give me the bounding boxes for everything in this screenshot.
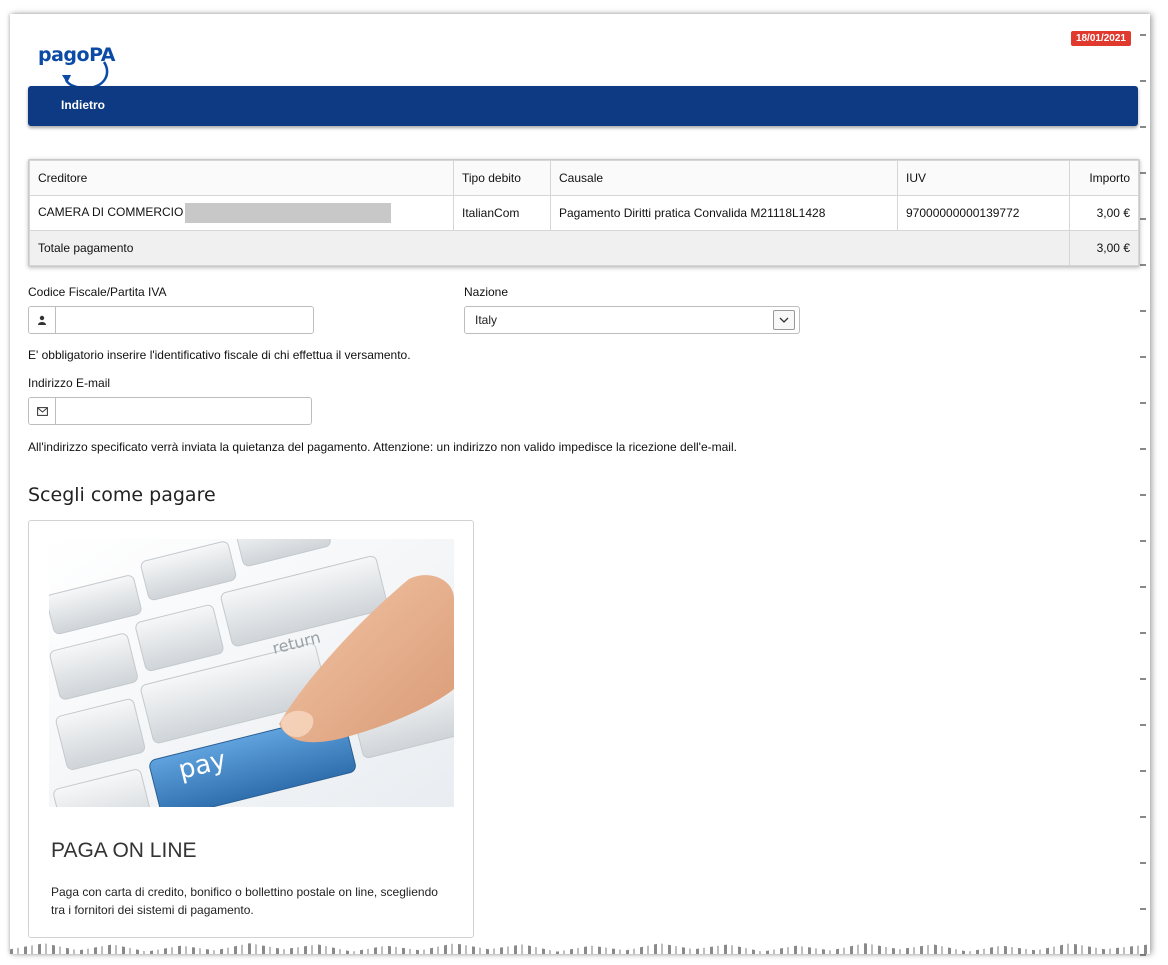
top-navbar: Indietro	[28, 86, 1138, 126]
creditore-text: CAMERA DI COMMERCIO	[38, 205, 184, 220]
cell-iuv: 97000000000139772	[897, 195, 1070, 231]
pay-online-card[interactable]: return pay PAGA ON LINE Paga con carta d…	[28, 520, 474, 938]
back-link[interactable]: Indietro	[61, 98, 105, 112]
total-value: 3,00 €	[1069, 230, 1139, 266]
nazione-selected-value: Italy	[475, 313, 498, 327]
nazione-select[interactable]: Italy	[464, 306, 800, 334]
chevron-down-icon[interactable]	[773, 310, 795, 330]
column-header-importo: Importo	[1069, 160, 1139, 196]
column-header-iuv: IUV	[897, 160, 1070, 196]
envelope-icon	[29, 398, 56, 424]
total-row: Totale pagamento 3,00 €	[29, 230, 1139, 266]
email-help-text: All'indirizzo specificato verrà inviata …	[28, 440, 737, 454]
date-badge: 18/01/2021	[1070, 31, 1131, 46]
torn-bottom-edge	[10, 943, 1150, 954]
nazione-label: Nazione	[464, 285, 509, 299]
cell-creditore: CAMERA DI COMMERCIO	[29, 195, 454, 231]
column-header-tipo-debito: Tipo debito	[453, 160, 551, 196]
keyboard-pay-image: return pay	[49, 539, 454, 807]
cell-causale: Pagamento Diritti pratica Convalida M211…	[550, 195, 898, 231]
cell-importo: 3,00 €	[1069, 195, 1139, 231]
logo-text: pagoPA	[38, 44, 115, 66]
total-label: Totale pagamento	[29, 230, 1070, 266]
cell-tipo-debito: ItalianCom	[453, 195, 551, 231]
redacted-block	[185, 203, 392, 223]
section-title-payment: Scegli come pagare	[28, 484, 216, 506]
card-description: Paga con carta di credito, bonifico o bo…	[51, 885, 438, 917]
table-row: CAMERA DI COMMERCIO ItalianCom Pagamento…	[29, 195, 1139, 231]
right-edge-decoration	[1140, 34, 1146, 964]
email-label: Indirizzo E-mail	[28, 376, 111, 390]
column-header-causale: Causale	[550, 160, 898, 196]
email-input[interactable]	[56, 398, 311, 424]
cf-help-text: E' obbligatorio inserire l'identificativ…	[28, 348, 411, 362]
cf-field	[28, 306, 314, 334]
table-header-row: Creditore Tipo debito Causale IUV Import…	[29, 160, 1139, 196]
email-field	[28, 397, 312, 425]
payment-summary-table: Creditore Tipo debito Causale IUV Import…	[28, 159, 1140, 267]
card-title: PAGA ON LINE	[51, 839, 197, 862]
cf-label: Codice Fiscale/Partita IVA	[28, 285, 167, 299]
cf-input[interactable]	[56, 307, 313, 333]
user-icon	[29, 307, 56, 333]
page-sheet: pagoPA 18/01/2021 Indietro Creditore Tip…	[10, 14, 1150, 964]
column-header-creditore: Creditore	[29, 160, 454, 196]
